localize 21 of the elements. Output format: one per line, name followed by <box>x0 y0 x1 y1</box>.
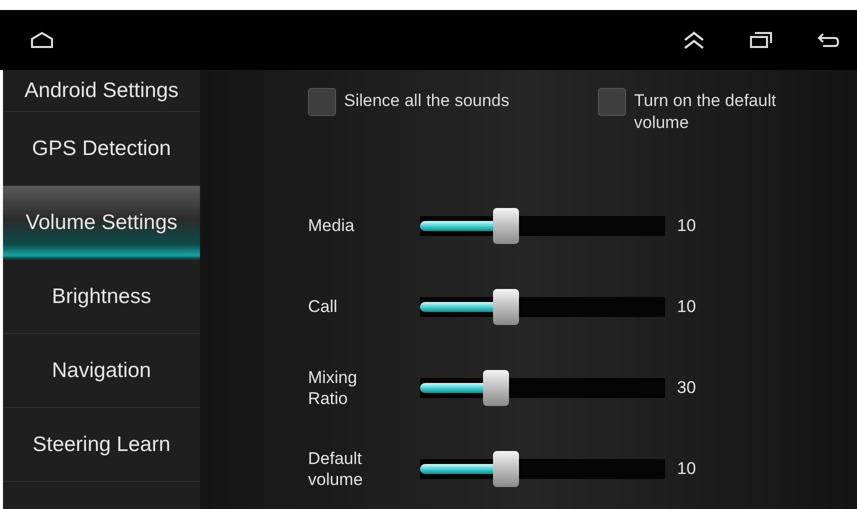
checkbox-label: Turn on the default volume <box>634 90 778 134</box>
slider-value: 10 <box>677 216 696 236</box>
slider-value: 30 <box>677 378 696 398</box>
slider-value: 10 <box>677 458 696 479</box>
checkbox-label: Silence all the sounds <box>344 90 510 112</box>
slider-thumb[interactable] <box>482 370 509 406</box>
sidebar-item[interactable]: Volume Settings <box>3 186 200 260</box>
home-icon[interactable] <box>30 31 54 49</box>
slider-thumb[interactable] <box>492 450 519 487</box>
slider-thumb[interactable] <box>492 288 519 325</box>
slider-label: Call <box>308 296 338 318</box>
chevrons-up-icon[interactable] <box>683 30 705 50</box>
slider-label: Mixing Ratio <box>308 366 358 409</box>
slider-value: 10 <box>677 296 696 317</box>
recents-icon[interactable] <box>749 31 773 49</box>
back-icon[interactable] <box>817 31 839 49</box>
slider-thumb[interactable] <box>492 208 519 244</box>
checkbox[interactable] <box>598 88 626 116</box>
slider-label: Default volume <box>308 448 364 490</box>
slider-label: Media <box>308 215 356 236</box>
checkbox[interactable] <box>308 88 336 116</box>
